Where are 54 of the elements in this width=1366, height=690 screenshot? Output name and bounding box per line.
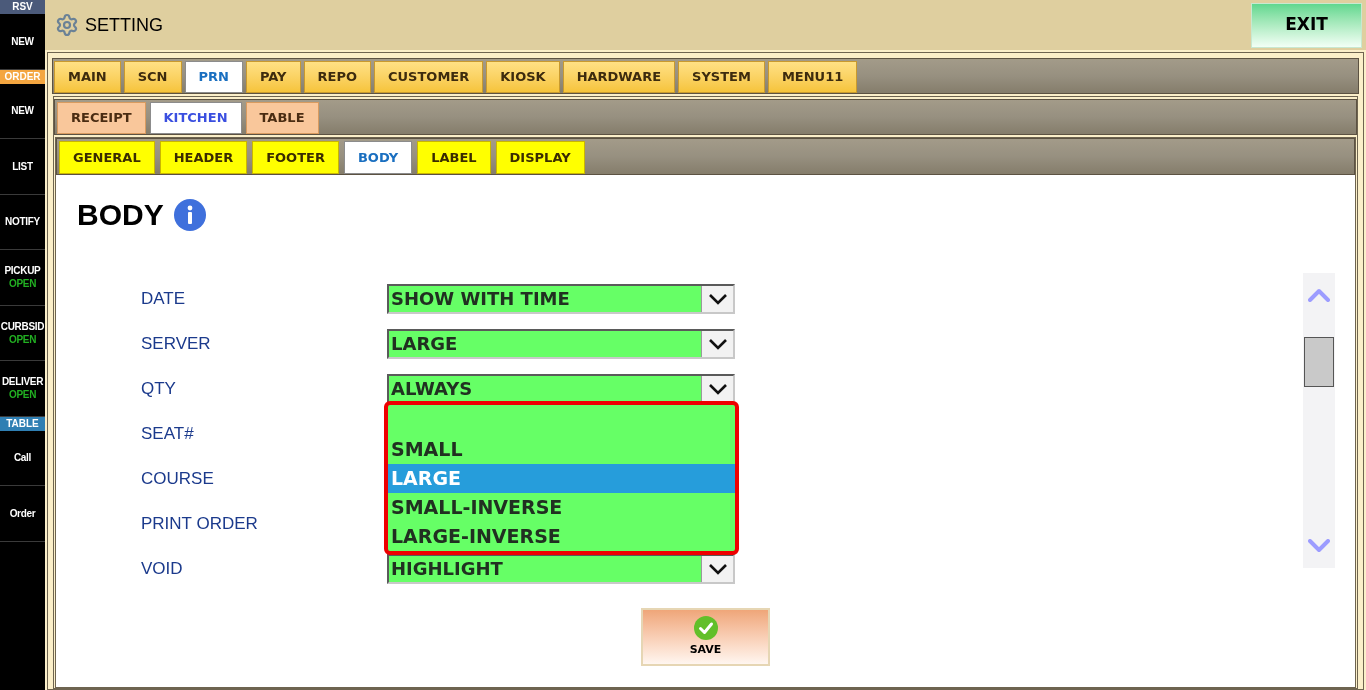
- gear-icon: [55, 13, 79, 37]
- tab[interactable]: PAY: [245, 61, 301, 93]
- field-label: QTY: [141, 377, 177, 400]
- field-label: SEAT#: [141, 422, 195, 445]
- dropdown-option[interactable]: SMALL: [388, 435, 735, 464]
- dropdown-button[interactable]: [701, 375, 733, 402]
- dropdown-button[interactable]: [701, 285, 733, 312]
- chevron-down-icon: [707, 562, 728, 575]
- tab[interactable]: RECEIPT: [57, 102, 146, 134]
- tab[interactable]: CUSTOMER: [374, 61, 484, 93]
- tab[interactable]: SCN: [123, 61, 182, 93]
- tab[interactable]: HARDWARE: [562, 61, 676, 93]
- info-icon[interactable]: [173, 199, 206, 231]
- chevron-down-icon: [707, 337, 728, 350]
- chevron-down-icon: [707, 292, 728, 305]
- tab[interactable]: REPO: [303, 61, 371, 93]
- tab[interactable]: DISPLAY: [495, 141, 585, 174]
- status-label: OPEN: [8, 332, 37, 346]
- tab[interactable]: KIOSK: [486, 61, 560, 93]
- select-field[interactable]: ALWAYS: [387, 373, 735, 404]
- tab[interactable]: FOOTER: [252, 141, 339, 174]
- tab[interactable]: HEADER: [159, 141, 248, 174]
- tab[interactable]: KITCHEN: [149, 102, 242, 134]
- select-field[interactable]: HIGHLIGHT: [387, 553, 735, 584]
- chevron-down-icon: [707, 382, 728, 395]
- tab[interactable]: TABLE: [245, 102, 319, 134]
- dropdown-button[interactable]: [701, 555, 733, 582]
- dropdown-option[interactable]: LARGE-INVERSE: [388, 522, 735, 551]
- select-field[interactable]: SHOW WITH TIME: [387, 283, 735, 314]
- field-label: VOID: [141, 557, 184, 580]
- dropdown-button[interactable]: [701, 330, 733, 357]
- section-heading: BODY: [77, 200, 164, 230]
- scrollbar[interactable]: [1303, 273, 1335, 568]
- field-label: SERVER: [141, 332, 212, 355]
- status-label: OPEN: [8, 388, 37, 402]
- tab[interactable]: PRN: [184, 61, 243, 93]
- tab[interactable]: BODY: [343, 141, 413, 174]
- section-header: RSV: [0, 0, 45, 14]
- status-label: OPEN: [8, 277, 37, 291]
- tab[interactable]: LABEL: [417, 141, 491, 174]
- exit-button[interactable]: EXIT: [1251, 2, 1362, 48]
- tab[interactable]: MAIN: [54, 61, 121, 93]
- checkmark-icon: [693, 615, 718, 640]
- tab[interactable]: GENERAL: [59, 141, 155, 174]
- scrollbar-thumb[interactable]: [1304, 337, 1334, 387]
- window-title: SETTING: [85, 13, 163, 37]
- tab[interactable]: MENU11: [767, 61, 858, 93]
- field-label: PRINT ORDER: [141, 512, 259, 535]
- field-label: COURSE: [141, 467, 215, 490]
- dropdown-option[interactable]: SMALL-INVERSE: [388, 493, 735, 522]
- field-label: DATE: [141, 287, 187, 310]
- select-field[interactable]: LARGE: [387, 328, 735, 359]
- tab[interactable]: SYSTEM: [678, 61, 765, 93]
- save-button[interactable]: SAVE: [641, 608, 770, 666]
